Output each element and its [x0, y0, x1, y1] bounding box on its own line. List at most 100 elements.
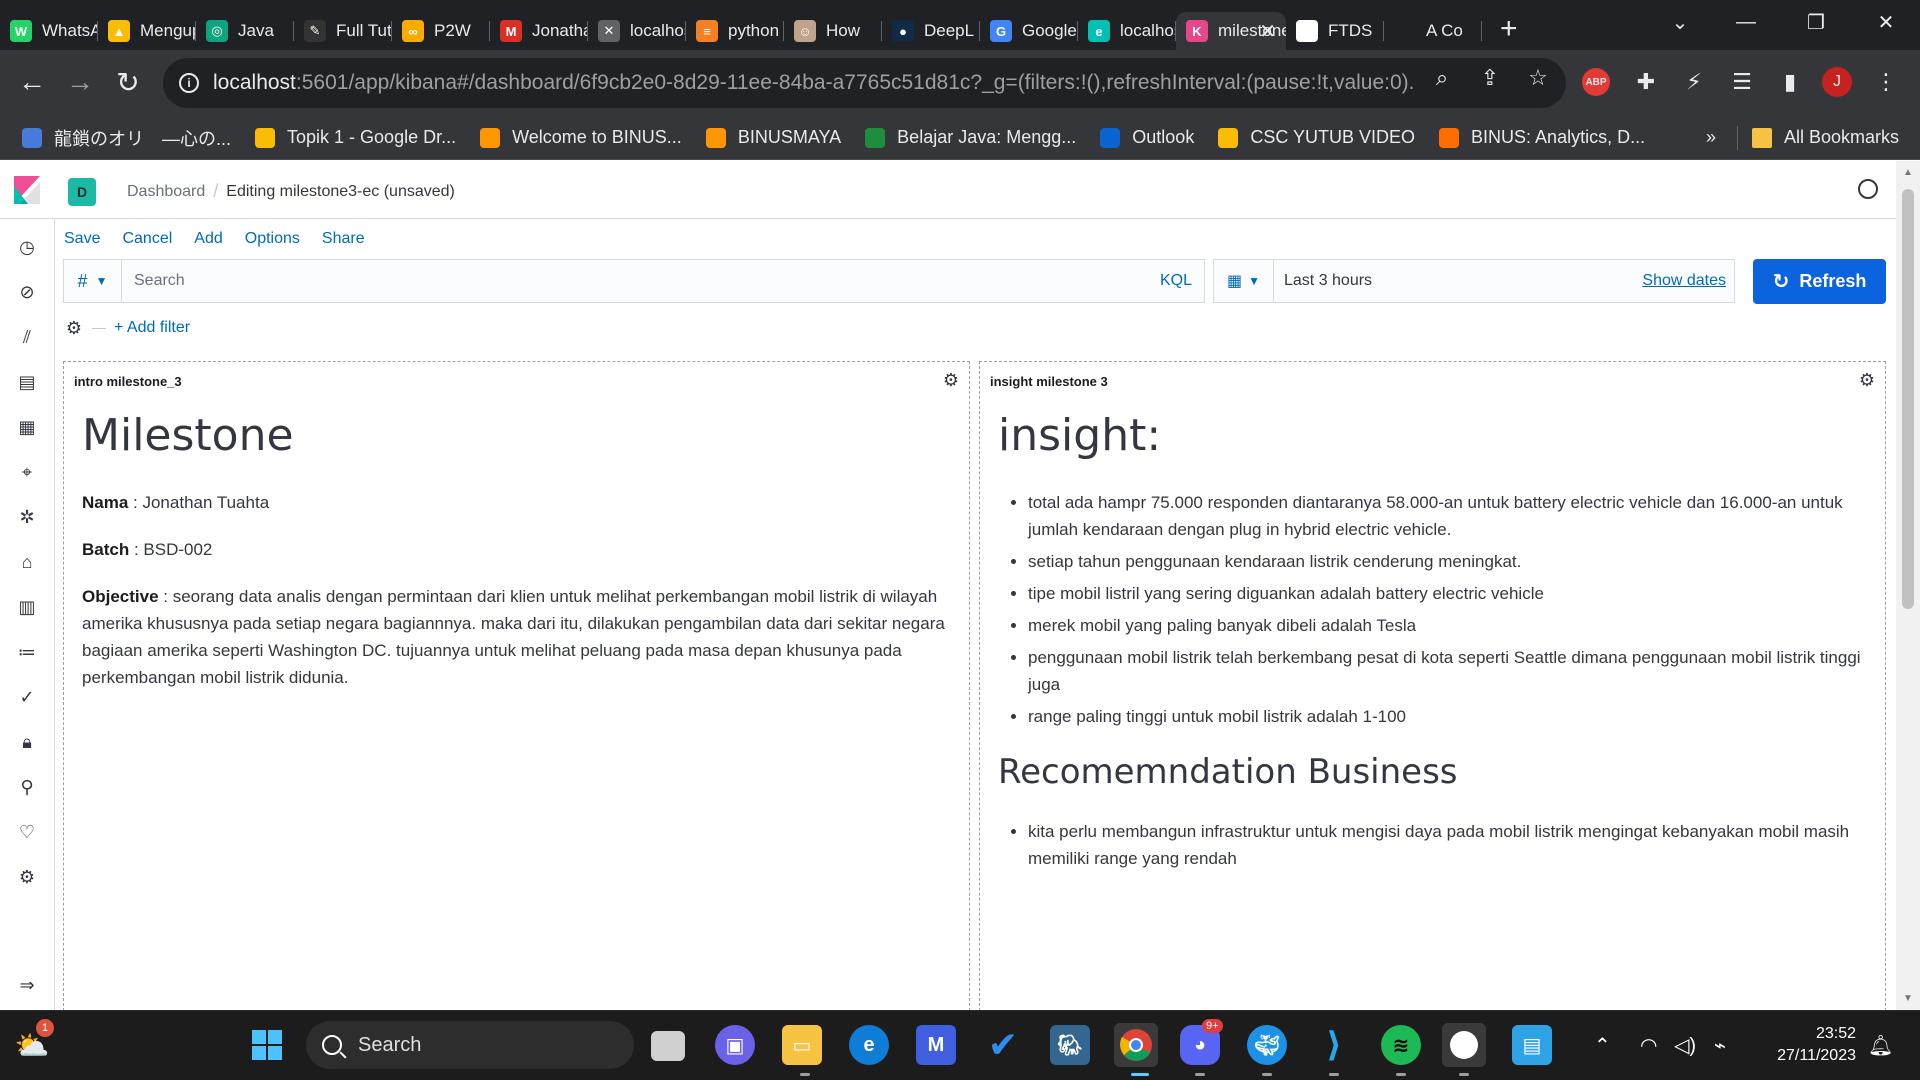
browser-tab[interactable]: ✕ localhost: [588, 12, 686, 50]
url-text[interactable]: localhost:5601/app/kibana#/dashboard/6f9…: [213, 71, 1413, 95]
collapse-nav-icon[interactable]: ⇒: [16, 974, 38, 996]
add-filter-button[interactable]: + Add filter: [114, 319, 190, 337]
show-hidden-icons-chevron-icon[interactable]: ⌃: [1594, 1033, 1611, 1058]
reading-list-icon[interactable]: ☰: [1726, 66, 1758, 98]
battery-plug-icon[interactable]: ⌁: [1714, 1033, 1726, 1058]
breadcrumb-dashboard[interactable]: Dashboard: [127, 183, 205, 201]
browser-tab[interactable]: ☺ How: [784, 12, 882, 50]
kibana-logo-icon[interactable]: [14, 176, 40, 204]
all-bookmarks-folder[interactable]: All Bookmarks: [1752, 127, 1899, 148]
bookmark-item[interactable]: Outlook: [1100, 127, 1194, 148]
discover-compass-icon[interactable]: ⊘: [16, 281, 38, 303]
siem-lock-icon[interactable]: 🔒︎: [16, 731, 38, 753]
search-input[interactable]: Search: [122, 272, 1160, 290]
browser-tab[interactable]: M Jonathan: [490, 12, 588, 50]
share-button[interactable]: Share: [322, 230, 365, 248]
obs-taskbar-button[interactable]: [1442, 1023, 1486, 1067]
browser-tab[interactable]: ∞ P2W: [392, 12, 490, 50]
logs-icon[interactable]: ▥: [16, 596, 38, 618]
cancel-button[interactable]: Cancel: [122, 230, 172, 248]
address-bar[interactable]: i localhost:5601/app/kibana#/dashboard/6…: [163, 58, 1566, 108]
bookmark-item[interactable]: Welcome to BINUS...: [480, 127, 682, 148]
tab-active[interactable]: K milestone ✕: [1176, 12, 1286, 50]
browser-tab[interactable]: W WhatsApp: [0, 12, 98, 50]
bookmark-item[interactable]: Topik 1 - Google Dr...: [255, 127, 456, 148]
performance-icon[interactable]: ⚡: [1678, 66, 1710, 98]
dashboard-icon[interactable]: ▤: [16, 371, 38, 393]
bookmark-item[interactable]: 龍鎖のオリ —心の...: [22, 125, 231, 151]
dev-tools-icon[interactable]: ⚲: [16, 776, 38, 798]
options-button[interactable]: Options: [245, 230, 300, 248]
bookmark-star-icon[interactable]: ☆: [1524, 65, 1552, 91]
todo-icon[interactable]: ✔: [983, 1024, 1023, 1065]
panel-options-gear-icon[interactable]: ⚙: [939, 368, 963, 392]
time-range-label[interactable]: Last 3 hours: [1274, 272, 1642, 290]
side-panel-icon[interactable]: ▮: [1774, 66, 1806, 98]
spotify-icon[interactable]: ≋: [1381, 1025, 1421, 1065]
bookmark-item[interactable]: Belajar Java: Mengg...: [865, 127, 1076, 148]
file-explorer-icon[interactable]: ▭: [782, 1025, 822, 1065]
apm-icon[interactable]: ≔: [16, 641, 38, 663]
extensions-puzzle-icon[interactable]: ✚: [1630, 66, 1662, 98]
browser-tab[interactable]: e localhost: [1078, 12, 1176, 50]
page-scrollbar[interactable]: ▲ ▼: [1896, 161, 1920, 1010]
notepad-icon[interactable]: ▤: [1512, 1025, 1552, 1065]
share-icon[interactable]: ⇪: [1476, 65, 1504, 91]
browser-tab[interactable]: G Google: [980, 12, 1078, 50]
close-window-button[interactable]: ✕: [1856, 0, 1916, 44]
browser-tab[interactable]: ▲ Mengupload: [98, 12, 196, 50]
space-avatar[interactable]: D: [68, 178, 96, 206]
zoom-icon[interactable]: ⌕: [1428, 65, 1456, 91]
task-view-icon[interactable]: [651, 1031, 685, 1061]
postgres-elephant-icon[interactable]: 🐘︎: [1050, 1025, 1090, 1065]
minimize-button[interactable]: —: [1716, 0, 1776, 44]
add-panel-button[interactable]: Add: [194, 230, 222, 248]
edge-browser-icon[interactable]: e: [849, 1025, 889, 1065]
back-button[interactable]: ←: [14, 64, 50, 100]
more-bookmarks-button[interactable]: »: [1706, 127, 1716, 148]
help-icon[interactable]: [1858, 179, 1878, 199]
tab-search-icon[interactable]: ⌄: [1650, 0, 1710, 44]
browser-tab[interactable]: ● DeepL: [882, 12, 980, 50]
notifications-bell-icon[interactable]: 🔔︎: [1868, 1033, 1893, 1058]
reload-button[interactable]: ↻: [110, 64, 146, 100]
docker-whale-icon[interactable]: 🐳︎: [1247, 1025, 1287, 1065]
bookmark-item[interactable]: CSC YUTUB VIDEO: [1218, 127, 1415, 148]
visual-studio-icon[interactable]: M: [916, 1025, 956, 1065]
browser-tab[interactable]: A Co: [1384, 12, 1482, 50]
canvas-icon[interactable]: ▦: [16, 416, 38, 438]
new-tab-button[interactable]: +: [1500, 12, 1518, 46]
volume-icon[interactable]: ◁): [1674, 1033, 1696, 1058]
system-clock[interactable]: 23:52 27/11/2023: [1777, 1023, 1856, 1067]
saved-query-button[interactable]: # ▼: [64, 260, 122, 302]
bookmark-item[interactable]: BINUSMAYA: [705, 127, 841, 148]
uptime-icon[interactable]: ✓: [16, 686, 38, 708]
save-button[interactable]: Save: [64, 230, 100, 248]
scroll-down-icon[interactable]: ▼: [1902, 993, 1914, 1004]
chrome-menu-icon[interactable]: ⋮: [1870, 66, 1902, 98]
show-dates-link[interactable]: Show dates: [1642, 272, 1726, 290]
recently-viewed-clock-icon[interactable]: ◷: [16, 236, 38, 258]
chrome-taskbar-button[interactable]: [1114, 1023, 1158, 1067]
management-gear-icon[interactable]: ⚙: [16, 866, 38, 888]
browser-tab[interactable]: ◎ Java: [196, 12, 294, 50]
refresh-button[interactable]: ↻ Refresh: [1753, 259, 1886, 304]
maps-icon[interactable]: ⌖: [16, 461, 38, 483]
restore-button[interactable]: ❐: [1786, 0, 1846, 44]
scroll-up-icon[interactable]: ▲: [1902, 167, 1914, 178]
vscode-icon[interactable]: ⟩: [1314, 1025, 1354, 1065]
bookmark-item[interactable]: BINUS: Analytics, D...: [1439, 127, 1645, 148]
browser-tab[interactable]: ≡ python: [686, 12, 784, 50]
panel-options-gear-icon[interactable]: ⚙: [1855, 368, 1879, 392]
profile-avatar[interactable]: J: [1822, 67, 1852, 97]
infrastructure-icon[interactable]: ⌂: [16, 551, 38, 573]
adblock-extension-icon[interactable]: ABP: [1582, 68, 1610, 96]
filter-options-gear-icon[interactable]: ⚙: [64, 318, 84, 338]
machine-learning-icon[interactable]: ✲: [16, 506, 38, 528]
wifi-icon[interactable]: ◠: [1640, 1033, 1657, 1058]
browser-tab[interactable]: ✎ Full Tutorial: [294, 12, 392, 50]
visualize-chart-icon[interactable]: ⫽: [16, 326, 38, 348]
taskbar-search-input[interactable]: Search: [306, 1021, 634, 1069]
scrollbar-thumb[interactable]: [1902, 189, 1914, 609]
monitoring-heart-icon[interactable]: ♡: [16, 821, 38, 843]
